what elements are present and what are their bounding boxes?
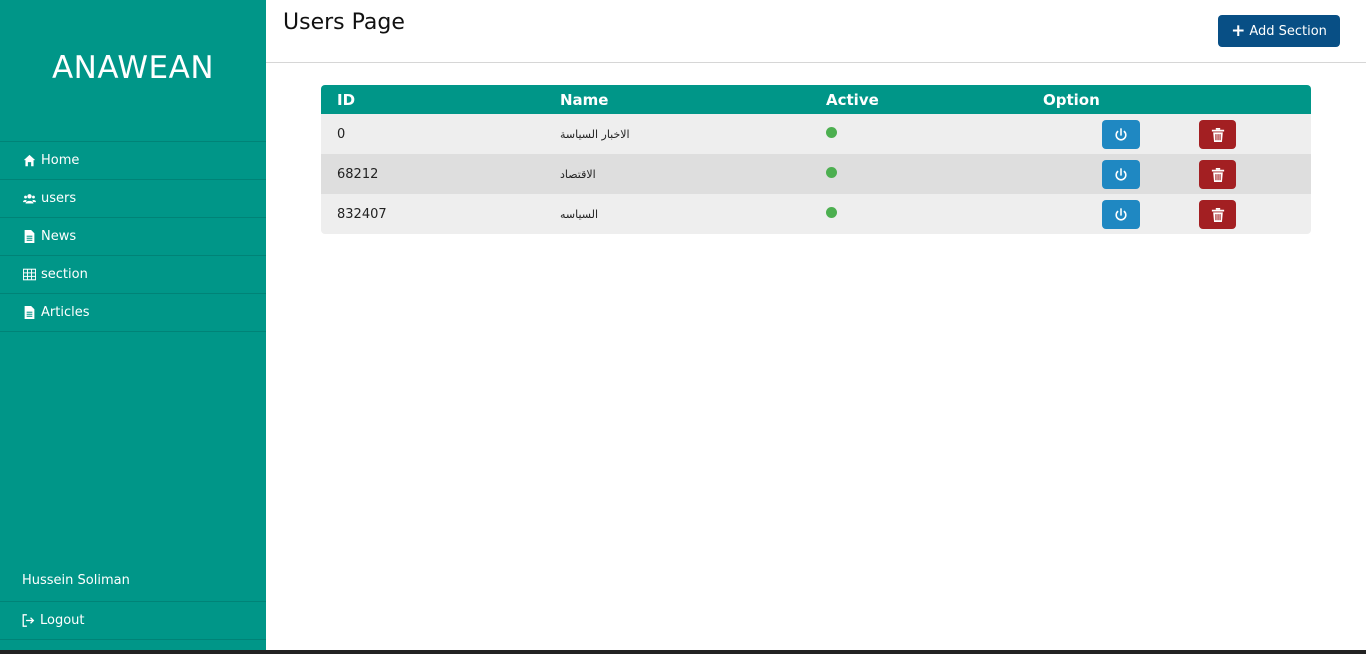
sidebar-item-users[interactable]: users [0, 180, 266, 218]
table-header: ID Name Active Option [321, 85, 1311, 114]
row-name: الاخبار السياسة [560, 127, 630, 141]
sidebar-item-label: News [41, 229, 77, 244]
sections-table: ID Name Active Option 0 الاخبار السياسة … [321, 85, 1311, 234]
file-icon [22, 306, 37, 319]
sidebar: ANAWEAN Home users News section Articles… [0, 0, 266, 650]
toggle-active-button[interactable] [1102, 120, 1140, 149]
table-icon [22, 268, 37, 281]
sidebar-item-label: users [41, 191, 77, 206]
brand-logo: ANAWEAN [51, 50, 215, 86]
trash-icon [1211, 207, 1224, 222]
row-id: 68212 [337, 166, 379, 182]
trash-icon [1211, 127, 1224, 142]
power-icon [1115, 127, 1127, 140]
page-title: Users Page [283, 10, 405, 35]
home-icon [22, 154, 37, 167]
row-name: الاقتصاد [560, 167, 596, 181]
power-icon [1115, 207, 1127, 220]
sidebar-item-news[interactable]: News [0, 218, 266, 256]
logout-label: Logout [40, 613, 85, 628]
sidebar-item-label: Home [41, 153, 80, 168]
table-row: 0 الاخبار السياسة [321, 114, 1311, 154]
page-header: Users Page + Add Section [266, 0, 1366, 63]
sidebar-item-label: Articles [41, 305, 90, 320]
row-id: 832407 [337, 206, 387, 222]
current-user-name: Hussein Soliman [22, 573, 130, 588]
delete-button[interactable] [1199, 120, 1236, 149]
active-dot-icon [826, 126, 837, 138]
toggle-active-button[interactable] [1102, 200, 1140, 229]
active-dot-icon [826, 206, 837, 218]
active-status [826, 126, 1043, 142]
delete-button[interactable] [1199, 160, 1236, 189]
toggle-active-button[interactable] [1102, 160, 1140, 189]
logout-icon [22, 614, 37, 627]
table-row: 68212 الاقتصاد [321, 154, 1311, 194]
delete-button[interactable] [1199, 200, 1236, 229]
column-header-id: ID [337, 90, 356, 109]
table-row: 832407 السياسه [321, 194, 1311, 234]
file-icon [22, 230, 37, 243]
column-header-active: Active [826, 90, 879, 109]
sidebar-item-section[interactable]: section [0, 256, 266, 294]
sidebar-item-home[interactable]: Home [0, 142, 266, 180]
add-section-label: Add Section [1249, 23, 1327, 39]
plus-icon: + [1231, 20, 1246, 41]
column-header-option: Option [1043, 90, 1100, 109]
active-status [826, 206, 1043, 222]
sidebar-item-label: section [41, 267, 88, 282]
trash-icon [1211, 167, 1224, 182]
row-id: 0 [337, 126, 346, 142]
active-dot-icon [826, 166, 837, 178]
sidebar-item-articles[interactable]: Articles [0, 294, 266, 332]
bottom-border [0, 650, 1366, 654]
sidebar-nav: Home users News section Articles [0, 141, 266, 332]
add-section-button[interactable]: + Add Section [1218, 15, 1340, 47]
users-icon [22, 192, 37, 205]
active-status [826, 166, 1043, 182]
column-header-name: Name [560, 90, 609, 109]
power-icon [1115, 167, 1127, 180]
row-name: السياسه [560, 207, 599, 221]
logout-button[interactable]: Logout [0, 601, 266, 640]
